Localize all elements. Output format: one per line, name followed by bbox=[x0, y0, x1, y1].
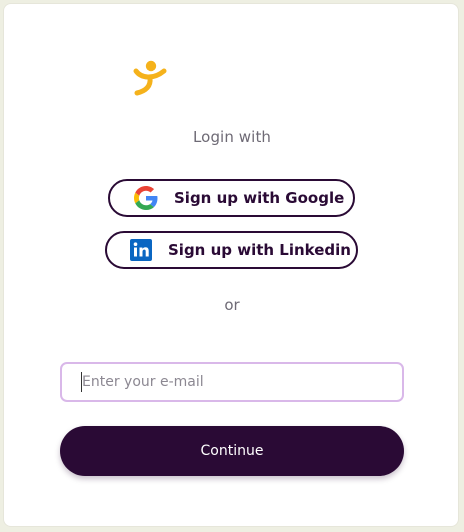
login-with-heading: Login with bbox=[192, 128, 272, 146]
sign-up-google-button[interactable]: Sign up with Google bbox=[108, 179, 355, 217]
or-divider-text: or bbox=[224, 296, 240, 314]
google-button-label: Sign up with Google bbox=[174, 189, 345, 207]
sign-up-linkedin-button[interactable]: Sign up with Linkedin bbox=[105, 231, 358, 269]
continue-button[interactable]: Continue bbox=[60, 426, 404, 476]
text-caret bbox=[81, 372, 82, 392]
linkedin-button-label: Sign up with Linkedin bbox=[168, 241, 351, 259]
yellow-person-logo-icon bbox=[133, 60, 167, 96]
google-g-icon bbox=[134, 186, 158, 210]
linkedin-icon bbox=[130, 239, 152, 261]
email-input[interactable] bbox=[60, 362, 404, 402]
